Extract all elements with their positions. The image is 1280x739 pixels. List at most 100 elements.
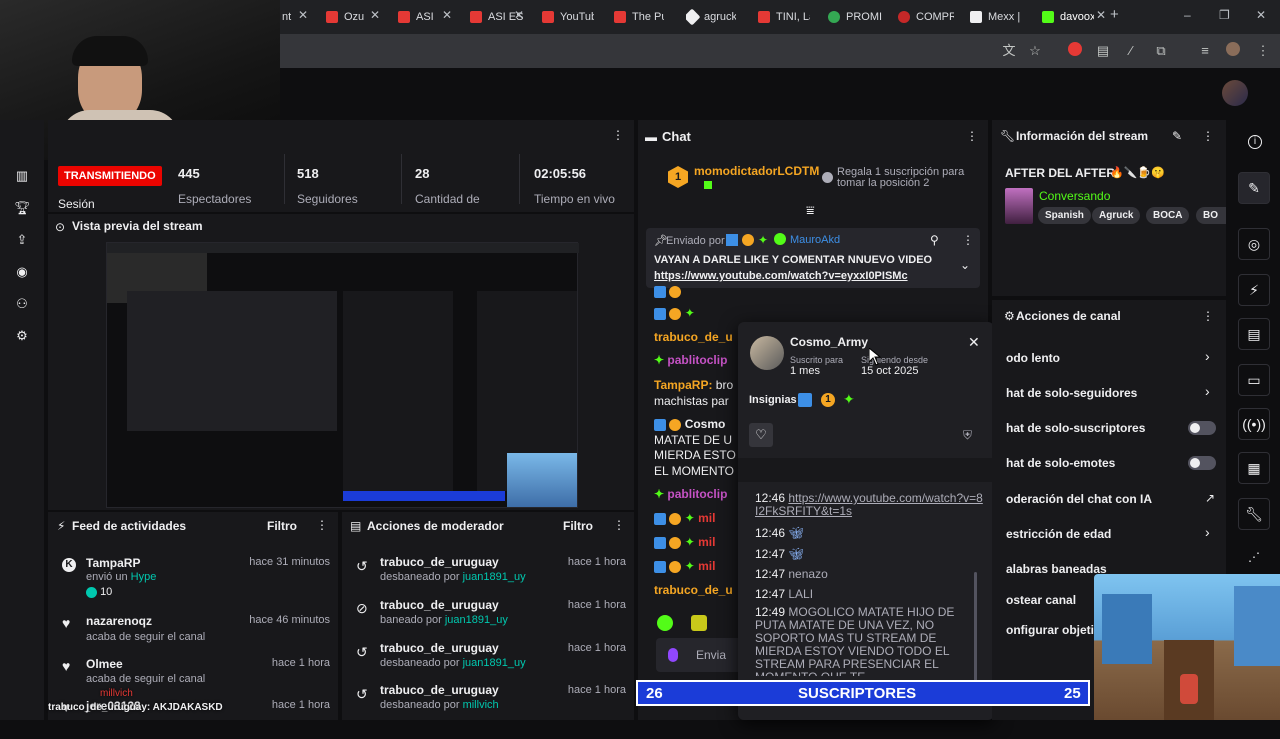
edit-icon[interactable]: ✎	[1238, 172, 1270, 204]
feed-username[interactable]: TampaRP	[86, 556, 140, 570]
gift-prompt[interactable]: Regala 1 suscripción para tomar la posic…	[837, 167, 967, 189]
close-icon[interactable]: ✕	[370, 8, 380, 22]
camera-icon[interactable]: ◉	[14, 264, 30, 280]
users-icon[interactable]: ⚇	[14, 296, 30, 312]
tag[interactable]: Spanish	[1038, 207, 1091, 224]
chat-username[interactable]: pablitoclip	[667, 487, 727, 501]
action-banned-words[interactable]: alabras baneadas	[1006, 562, 1107, 576]
shield-icon[interactable]: ⛨	[963, 428, 972, 443]
edit-icon[interactable]: ✎	[1172, 129, 1182, 143]
category-thumbnail[interactable]	[1005, 188, 1033, 224]
bolt-icon[interactable]: ⚡︎	[1238, 274, 1270, 306]
camera-icon[interactable]: ◎	[1238, 228, 1270, 260]
chat-username[interactable]: trabuco_de_u	[654, 330, 733, 344]
chevron-right-icon[interactable]: ›	[1205, 524, 1210, 540]
mod-target-user[interactable]: trabuco_de_uruguay	[380, 683, 499, 697]
mod-target-user[interactable]: trabuco_de_uruguay	[380, 598, 499, 612]
subscribers-only-toggle[interactable]	[1188, 421, 1216, 435]
info-icon[interactable]: i	[1248, 135, 1262, 149]
action-emotes-only[interactable]: hat de solo-emotes	[1006, 456, 1115, 470]
tag[interactable]: Agruck	[1092, 207, 1141, 224]
message-link[interactable]: https://www.youtube.com/watch?v=8I2FkSRF…	[755, 491, 983, 518]
activity-filter-button[interactable]: Filtro	[267, 519, 297, 533]
close-icon[interactable]: ✕	[298, 8, 308, 22]
close-icon[interactable]: ✕	[514, 8, 524, 22]
wrench-icon[interactable]: 🔧︎	[1238, 498, 1270, 530]
menu-icon[interactable]: ⋮	[1254, 42, 1272, 60]
action-age-restriction[interactable]: estricción de edad	[1006, 527, 1111, 541]
media-icon[interactable]: ▦	[1238, 452, 1270, 484]
feed-username[interactable]: nazarenoqz	[86, 614, 152, 628]
chat-username[interactable]: TampaRP:	[654, 378, 712, 392]
tab[interactable]: YouTub	[542, 6, 594, 28]
tab[interactable]: PROMI	[828, 6, 884, 28]
puzzle-icon[interactable]: ⧉	[1152, 42, 1170, 60]
tab[interactable]: The Pu	[614, 6, 664, 28]
more-icon[interactable]: ⋮	[962, 233, 974, 247]
tag[interactable]: BOCA	[1146, 207, 1190, 224]
mod-by-user[interactable]: millvich	[463, 699, 499, 711]
close-window-icon[interactable]: ✕	[1256, 8, 1266, 22]
scrollbar[interactable]	[974, 572, 977, 682]
filter-icon[interactable]: ⩸	[806, 202, 815, 219]
tab-active[interactable]: davoox	[1042, 6, 1094, 28]
close-icon[interactable]: ✕	[1096, 8, 1106, 22]
restore-icon[interactable]: ❐	[1219, 8, 1230, 22]
document-icon[interactable]: ▤	[1238, 318, 1270, 350]
usercard-username[interactable]: Cosmo_Army	[790, 335, 868, 349]
action-ai-moderation[interactable]: oderación del chat con IA	[1006, 492, 1152, 506]
chat-username[interactable]: mil	[698, 511, 715, 525]
chat-username[interactable]: pablitoclip	[667, 353, 727, 367]
extension-icon[interactable]: ▤	[1094, 42, 1112, 60]
feed-username[interactable]: Olmee	[86, 657, 123, 671]
upload-icon[interactable]: ⇪	[14, 232, 30, 248]
more-icon[interactable]: ⋮	[316, 518, 328, 532]
emotes-only-toggle[interactable]	[1188, 456, 1216, 470]
stream-preview-video[interactable]	[106, 242, 579, 508]
mod-target-user[interactable]: trabuco_de_uruguay	[380, 641, 499, 655]
action-slow-mode[interactable]: odo lento	[1006, 351, 1060, 365]
tab[interactable]: Mexx |	[970, 6, 1024, 28]
moderator-filter-button[interactable]: Filtro	[563, 519, 593, 533]
tab[interactable]: COMPR	[898, 6, 954, 28]
action-configure-goal[interactable]: onfigurar objetiv	[1006, 623, 1101, 637]
pin-icon[interactable]: ⚲	[930, 233, 939, 247]
more-icon[interactable]: ⋮	[613, 518, 625, 532]
pinned-by-user[interactable]: MauroAkd	[790, 234, 840, 246]
mod-by-user[interactable]: juan1891_uy	[463, 657, 526, 669]
tag[interactable]: BO	[1196, 207, 1226, 224]
chat-username[interactable]: Cosmo	[685, 417, 726, 431]
tab[interactable]: TINI, La	[758, 6, 810, 28]
media-icon[interactable]: ≡	[1196, 42, 1214, 60]
mod-by-user[interactable]: juan1891_uy	[463, 571, 526, 583]
settings-icon[interactable]: ⚙	[14, 328, 30, 344]
chevron-right-icon[interactable]: ›	[1205, 383, 1210, 399]
chat-username[interactable]: mil	[698, 535, 715, 549]
external-link-icon[interactable]: ↗	[1205, 491, 1215, 505]
mic-icon[interactable]	[668, 648, 678, 662]
tab[interactable]: ASI	[398, 6, 438, 28]
chat-bubble-icon[interactable]: ▭	[1238, 364, 1270, 396]
pinned-message[interactable]: 📌︎ Enviado por ✦ MauroAkd ⚲ ⋮ VAYAN A DA…	[646, 228, 980, 288]
dashboard-icon[interactable]: ▥	[14, 168, 30, 184]
broadcast-icon[interactable]: ((•))	[1238, 408, 1270, 440]
translate-icon[interactable]: 文	[1000, 42, 1018, 60]
chevron-right-icon[interactable]: ›	[1205, 348, 1210, 364]
more-icon[interactable]: ⋮	[966, 129, 978, 143]
pinned-link[interactable]: https://www.youtube.com/watch?v=eyxxI0PI…	[654, 270, 908, 282]
share-icon[interactable]: ⋰	[1248, 550, 1260, 564]
close-icon[interactable]: ✕	[442, 8, 452, 22]
more-icon[interactable]: ⋮	[1202, 309, 1214, 323]
follow-button[interactable]: ♡	[749, 423, 773, 447]
mod-target-user[interactable]: trabuco_de_uruguay	[380, 555, 499, 569]
emote-icon[interactable]	[657, 615, 673, 631]
chevron-down-icon[interactable]: ⌄	[960, 258, 970, 272]
chat-username[interactable]: mil	[698, 559, 715, 573]
action-host-channel[interactable]: ostear canal	[1006, 593, 1076, 607]
trophy-icon[interactable]: 🏆︎	[14, 200, 31, 216]
new-tab-icon[interactable]: +	[1110, 6, 1119, 23]
more-icon[interactable]: ⋮	[612, 128, 624, 142]
profile-icon[interactable]	[1224, 42, 1242, 60]
more-icon[interactable]: ⋮	[1202, 129, 1214, 143]
tab[interactable]: Ozu	[326, 6, 368, 28]
